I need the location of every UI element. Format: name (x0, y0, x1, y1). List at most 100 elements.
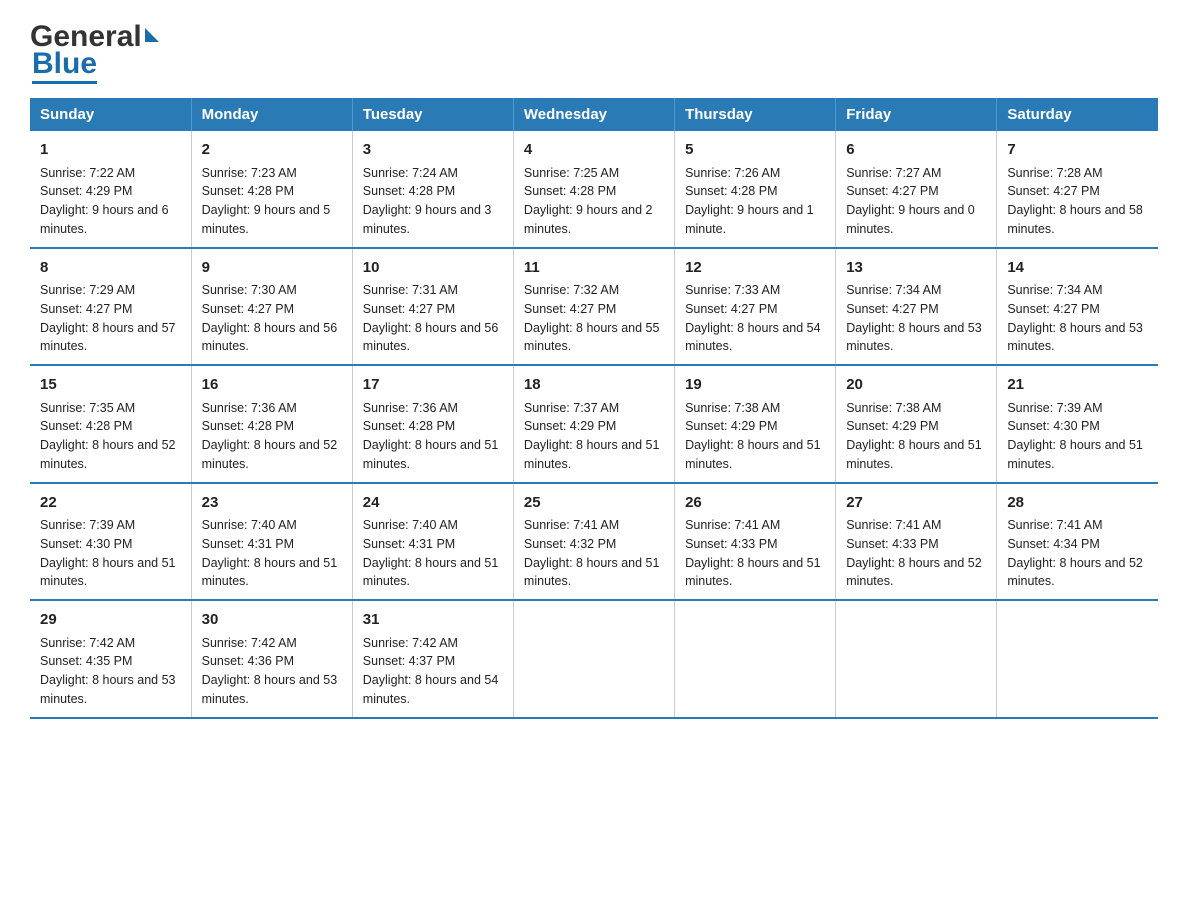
day-cell: 6 Sunrise: 7:27 AMSunset: 4:27 PMDaylight… (836, 131, 997, 248)
day-cell: 2 Sunrise: 7:23 AMSunset: 4:28 PMDaylight… (191, 131, 352, 248)
day-number: 28 (1007, 492, 1148, 515)
day-number: 21 (1007, 374, 1148, 397)
day-number: 31 (363, 609, 503, 632)
sunrise-text: Sunrise: 7:37 AMSunset: 4:29 PMDaylight:… (524, 401, 660, 471)
day-cell: 8Sunrise: 7:29 AMSunset: 4:27 PMDaylight… (30, 248, 191, 366)
calendar-table: SundayMondayTuesdayWednesdayThursdayFrid… (30, 98, 1158, 719)
day-number: 10 (363, 257, 503, 280)
day-number: 18 (524, 374, 664, 397)
day-number: 25 (524, 492, 664, 515)
day-number: 7 (1007, 139, 1148, 162)
col-header-friday: Friday (836, 98, 997, 131)
sunrise-text: Sunrise: 7:39 AMSunset: 4:30 PMDaylight:… (1007, 401, 1143, 471)
col-header-tuesday: Tuesday (352, 98, 513, 131)
sunrise-text: Sunrise: 7:41 AMSunset: 4:33 PMDaylight:… (685, 518, 821, 588)
day-number: 4 (524, 139, 664, 162)
day-number: 13 (846, 257, 986, 280)
day-number: 2 (202, 139, 342, 162)
day-cell (675, 600, 836, 718)
day-number: 8 (40, 257, 181, 280)
week-row-5: 29 Sunrise: 7:42 AMSunset: 4:35 PMDayligh… (30, 600, 1158, 718)
day-number: 23 (202, 492, 342, 515)
day-cell: 17 Sunrise: 7:36 AMSunset: 4:28 PMDayligh… (352, 365, 513, 483)
day-cell: 12Sunrise: 7:33 AMSunset: 4:27 PMDayligh… (675, 248, 836, 366)
day-number: 3 (363, 139, 503, 162)
day-number: 30 (202, 609, 342, 632)
day-cell: 13 Sunrise: 7:34 AMSunset: 4:27 PMDayligh… (836, 248, 997, 366)
logo: General Blue (30, 20, 159, 80)
sunrise-text: Sunrise: 7:24 AMSunset: 4:28 PMDaylight:… (363, 166, 492, 236)
day-number: 11 (524, 257, 664, 280)
day-number: 29 (40, 609, 181, 632)
sunrise-text: Sunrise: 7:25 AMSunset: 4:28 PMDaylight:… (524, 166, 653, 236)
sunrise-text: Sunrise: 7:28 AMSunset: 4:27 PMDaylight:… (1007, 166, 1143, 236)
day-cell: 28Sunrise: 7:41 AMSunset: 4:34 PMDayligh… (997, 483, 1158, 601)
day-number: 17 (363, 374, 503, 397)
day-cell: 18 Sunrise: 7:37 AMSunset: 4:29 PMDayligh… (513, 365, 674, 483)
day-number: 20 (846, 374, 986, 397)
day-cell: 7 Sunrise: 7:28 AMSunset: 4:27 PMDaylight… (997, 131, 1158, 248)
day-cell: 16 Sunrise: 7:36 AMSunset: 4:28 PMDayligh… (191, 365, 352, 483)
day-cell: 24 Sunrise: 7:40 AMSunset: 4:31 PMDayligh… (352, 483, 513, 601)
sunrise-text: Sunrise: 7:35 AMSunset: 4:28 PMDaylight:… (40, 401, 176, 471)
week-row-3: 15 Sunrise: 7:35 AMSunset: 4:28 PMDayligh… (30, 365, 1158, 483)
day-number: 1 (40, 139, 181, 162)
day-cell: 1 Sunrise: 7:22 AMSunset: 4:29 PMDaylight… (30, 131, 191, 248)
sunrise-text: Sunrise: 7:31 AMSunset: 4:27 PMDaylight:… (363, 283, 499, 353)
sunrise-text: Sunrise: 7:22 AMSunset: 4:29 PMDaylight:… (40, 166, 169, 236)
logo-triangle-icon (145, 28, 159, 42)
sunrise-text: Sunrise: 7:38 AMSunset: 4:29 PMDaylight:… (685, 401, 821, 471)
day-cell: 23Sunrise: 7:40 AMSunset: 4:31 PMDayligh… (191, 483, 352, 601)
col-header-saturday: Saturday (997, 98, 1158, 131)
sunrise-text: Sunrise: 7:36 AMSunset: 4:28 PMDaylight:… (363, 401, 499, 471)
day-cell: 29 Sunrise: 7:42 AMSunset: 4:35 PMDayligh… (30, 600, 191, 718)
sunrise-text: Sunrise: 7:42 AMSunset: 4:37 PMDaylight:… (363, 636, 499, 706)
col-header-wednesday: Wednesday (513, 98, 674, 131)
sunrise-text: Sunrise: 7:34 AMSunset: 4:27 PMDaylight:… (846, 283, 982, 353)
day-cell (997, 600, 1158, 718)
sunrise-text: Sunrise: 7:42 AMSunset: 4:35 PMDaylight:… (40, 636, 176, 706)
logo-text-blue: Blue (32, 47, 97, 84)
day-number: 6 (846, 139, 986, 162)
sunrise-text: Sunrise: 7:26 AMSunset: 4:28 PMDaylight:… (685, 166, 814, 236)
sunrise-text: Sunrise: 7:41 AMSunset: 4:32 PMDaylight:… (524, 518, 660, 588)
day-number: 12 (685, 257, 825, 280)
sunrise-text: Sunrise: 7:23 AMSunset: 4:28 PMDaylight:… (202, 166, 331, 236)
day-cell: 27Sunrise: 7:41 AMSunset: 4:33 PMDayligh… (836, 483, 997, 601)
day-cell: 14Sunrise: 7:34 AMSunset: 4:27 PMDayligh… (997, 248, 1158, 366)
sunrise-text: Sunrise: 7:42 AMSunset: 4:36 PMDaylight:… (202, 636, 338, 706)
day-cell: 10 Sunrise: 7:31 AMSunset: 4:27 PMDayligh… (352, 248, 513, 366)
day-number: 27 (846, 492, 986, 515)
col-header-thursday: Thursday (675, 98, 836, 131)
day-number: 16 (202, 374, 342, 397)
day-number: 9 (202, 257, 342, 280)
day-cell: 4 Sunrise: 7:25 AMSunset: 4:28 PMDaylight… (513, 131, 674, 248)
day-cell: 20Sunrise: 7:38 AMSunset: 4:29 PMDayligh… (836, 365, 997, 483)
day-cell: 31 Sunrise: 7:42 AMSunset: 4:37 PMDayligh… (352, 600, 513, 718)
day-cell: 30 Sunrise: 7:42 AMSunset: 4:36 PMDayligh… (191, 600, 352, 718)
sunrise-text: Sunrise: 7:30 AMSunset: 4:27 PMDaylight:… (202, 283, 338, 353)
day-cell (836, 600, 997, 718)
page-header: General Blue (30, 20, 1158, 80)
day-cell: 26Sunrise: 7:41 AMSunset: 4:33 PMDayligh… (675, 483, 836, 601)
calendar-header: SundayMondayTuesdayWednesdayThursdayFrid… (30, 98, 1158, 131)
week-row-2: 8Sunrise: 7:29 AMSunset: 4:27 PMDaylight… (30, 248, 1158, 366)
day-cell: 21 Sunrise: 7:39 AMSunset: 4:30 PMDayligh… (997, 365, 1158, 483)
day-cell: 3 Sunrise: 7:24 AMSunset: 4:28 PMDaylight… (352, 131, 513, 248)
week-row-1: 1 Sunrise: 7:22 AMSunset: 4:29 PMDaylight… (30, 131, 1158, 248)
sunrise-text: Sunrise: 7:39 AMSunset: 4:30 PMDaylight:… (40, 518, 176, 588)
day-cell: 19 Sunrise: 7:38 AMSunset: 4:29 PMDayligh… (675, 365, 836, 483)
sunrise-text: Sunrise: 7:40 AMSunset: 4:31 PMDaylight:… (363, 518, 499, 588)
day-cell: 11 Sunrise: 7:32 AMSunset: 4:27 PMDayligh… (513, 248, 674, 366)
sunrise-text: Sunrise: 7:36 AMSunset: 4:28 PMDaylight:… (202, 401, 338, 471)
day-cell: 9 Sunrise: 7:30 AMSunset: 4:27 PMDaylight… (191, 248, 352, 366)
sunrise-text: Sunrise: 7:27 AMSunset: 4:27 PMDaylight:… (846, 166, 975, 236)
sunrise-text: Sunrise: 7:32 AMSunset: 4:27 PMDaylight:… (524, 283, 660, 353)
day-number: 22 (40, 492, 181, 515)
day-number: 15 (40, 374, 181, 397)
day-number: 24 (363, 492, 503, 515)
day-cell (513, 600, 674, 718)
day-number: 19 (685, 374, 825, 397)
col-header-sunday: Sunday (30, 98, 191, 131)
day-cell: 25 Sunrise: 7:41 AMSunset: 4:32 PMDayligh… (513, 483, 674, 601)
